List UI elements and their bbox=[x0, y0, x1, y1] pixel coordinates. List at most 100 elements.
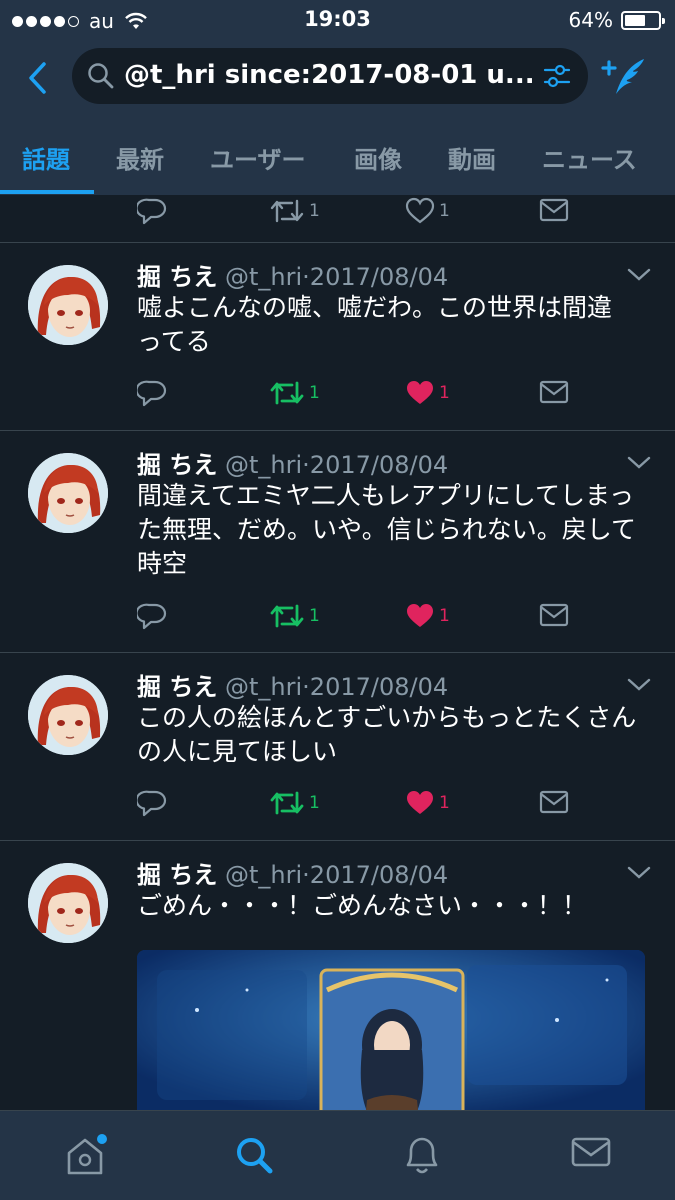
tweet-actions: 1 1 bbox=[137, 789, 577, 829]
tweet-text: この人の絵ほんとすごいからもっとたくさんの人に見てほしい bbox=[137, 703, 637, 766]
search-box[interactable]: @t_hri since:2017-08-01 u... bbox=[72, 48, 588, 104]
tweet[interactable]: 掘 ちえ @t_hri·2017/08/04 間違えてエミヤ二人もレアプリにして… bbox=[0, 445, 675, 655]
chevron-down-icon[interactable] bbox=[626, 455, 652, 471]
reply-icon bbox=[137, 603, 167, 630]
search-icon bbox=[88, 63, 114, 89]
tweet-feed[interactable]: 1 1 掘 ちえ @t_hri·2017/08/04 嘘よこんなの嘘、嘘だわ。こ… bbox=[0, 195, 675, 1110]
tweet-date[interactable]: 2017/08/04 bbox=[310, 263, 448, 291]
retweet-icon bbox=[270, 791, 304, 815]
reply-button[interactable] bbox=[137, 789, 167, 817]
chevron-down-icon[interactable] bbox=[626, 677, 652, 693]
author-name[interactable]: 掘 ちえ bbox=[137, 263, 217, 291]
author-handle[interactable]: @t_hri bbox=[225, 673, 302, 701]
dm-button[interactable] bbox=[539, 602, 569, 628]
game-card-image bbox=[137, 950, 645, 1110]
author-name[interactable]: 掘 ちえ bbox=[137, 451, 217, 479]
reply-icon bbox=[137, 198, 167, 225]
avatar-image bbox=[28, 675, 108, 755]
reply-icon bbox=[137, 380, 167, 407]
dm-icon bbox=[539, 790, 569, 814]
avatar[interactable] bbox=[28, 675, 108, 755]
author-name[interactable]: 掘 ちえ bbox=[137, 861, 217, 889]
bottom-tab-bar bbox=[0, 1110, 675, 1200]
tab-videos[interactable]: 動画 bbox=[448, 140, 496, 175]
dm-button[interactable] bbox=[539, 789, 569, 815]
tweet-header: 掘 ちえ @t_hri·2017/08/04 bbox=[137, 673, 449, 701]
like-button[interactable]: 1 bbox=[405, 789, 450, 817]
tweet-divider bbox=[0, 652, 675, 653]
tab-top[interactable]: 話題 bbox=[22, 140, 70, 175]
avatar-image bbox=[28, 453, 108, 533]
like-icon bbox=[407, 604, 433, 627]
retweet-button[interactable]: 1 bbox=[269, 379, 320, 407]
reply-button[interactable] bbox=[137, 379, 167, 407]
tweet-date[interactable]: 2017/08/04 bbox=[310, 861, 448, 889]
avatar[interactable] bbox=[28, 863, 108, 943]
tweet-header: 掘 ちえ @t_hri·2017/08/04 bbox=[137, 451, 449, 479]
tweet-header: 掘 ちえ @t_hri·2017/08/04 bbox=[137, 861, 449, 889]
retweet-count: 1 bbox=[309, 606, 320, 626]
dm-icon bbox=[539, 603, 569, 627]
avatar[interactable] bbox=[28, 265, 108, 345]
retweet-button[interactable]: 1 bbox=[269, 197, 320, 225]
retweet-icon bbox=[270, 199, 304, 223]
like-count: 1 bbox=[439, 606, 450, 626]
author-name[interactable]: 掘 ちえ bbox=[137, 673, 217, 701]
like-button[interactable]: 1 bbox=[405, 379, 450, 407]
tweet-actions: 1 1 bbox=[137, 379, 577, 419]
tweet-actions: 1 1 bbox=[137, 602, 577, 642]
reply-icon bbox=[137, 790, 167, 817]
search-query[interactable]: @t_hri since:2017-08-01 u... bbox=[124, 60, 534, 90]
retweet-icon bbox=[270, 381, 304, 405]
author-handle[interactable]: @t_hri bbox=[225, 861, 302, 889]
search-tabs: 話題 最新 ユーザー 画像 動画 ニュース bbox=[0, 132, 675, 194]
tweet-date[interactable]: 2017/08/04 bbox=[310, 451, 448, 479]
reply-button[interactable] bbox=[137, 197, 167, 225]
tweet-divider bbox=[0, 840, 675, 841]
tweet-date[interactable]: 2017/08/04 bbox=[310, 673, 448, 701]
tab-news[interactable]: ニュース bbox=[542, 140, 637, 175]
like-icon bbox=[405, 197, 435, 224]
chevron-down-icon[interactable] bbox=[626, 865, 652, 881]
tweet-actions: 1 1 bbox=[137, 197, 577, 237]
avatar-image bbox=[28, 863, 108, 943]
like-count: 1 bbox=[439, 383, 450, 403]
chevron-down-icon[interactable] bbox=[626, 267, 652, 283]
tweet-media-image[interactable] bbox=[137, 950, 645, 1110]
retweet-count: 1 bbox=[309, 793, 320, 813]
status-bar: au 19:03 64% bbox=[0, 0, 675, 40]
like-count: 1 bbox=[439, 793, 450, 813]
tweet[interactable]: 掘 ちえ @t_hri·2017/08/04 ごめん・・・！ごめんなさい・・・！… bbox=[0, 855, 675, 1110]
status-right: 64% bbox=[569, 8, 665, 32]
dm-icon bbox=[539, 380, 569, 404]
notifications-icon[interactable] bbox=[402, 1133, 442, 1177]
retweet-button[interactable]: 1 bbox=[269, 602, 320, 630]
search-tab-icon[interactable] bbox=[232, 1133, 276, 1177]
reply-button[interactable] bbox=[137, 602, 167, 630]
like-button[interactable]: 1 bbox=[405, 197, 450, 225]
tab-images[interactable]: 画像 bbox=[354, 140, 402, 175]
tab-users[interactable]: ユーザー bbox=[210, 140, 306, 175]
messages-icon[interactable] bbox=[570, 1133, 612, 1173]
retweet-count: 1 bbox=[309, 383, 320, 403]
compose-icon[interactable] bbox=[600, 56, 648, 100]
dm-button[interactable] bbox=[539, 379, 569, 405]
filter-icon[interactable] bbox=[542, 62, 572, 90]
like-icon bbox=[407, 381, 433, 404]
dm-button[interactable] bbox=[539, 197, 569, 223]
dm-icon bbox=[539, 198, 569, 222]
author-handle[interactable]: @t_hri bbox=[225, 451, 302, 479]
retweet-icon bbox=[270, 604, 304, 628]
tab-active-indicator bbox=[0, 190, 94, 194]
author-handle[interactable]: @t_hri bbox=[225, 263, 302, 291]
back-icon[interactable] bbox=[20, 58, 56, 98]
tweet-text: 嘘よこんなの嘘、嘘だわ。この世界は間違ってる bbox=[137, 293, 613, 356]
avatar-image bbox=[28, 265, 108, 345]
avatar[interactable] bbox=[28, 453, 108, 533]
home-icon[interactable] bbox=[64, 1133, 110, 1177]
like-button[interactable]: 1 bbox=[405, 602, 450, 630]
tab-latest[interactable]: 最新 bbox=[116, 140, 164, 175]
retweet-button[interactable]: 1 bbox=[269, 789, 320, 817]
tweet[interactable]: 掘 ちえ @t_hri·2017/08/04 嘘よこんなの嘘、嘘だわ。この世界は… bbox=[0, 257, 675, 432]
tweet[interactable]: 掘 ちえ @t_hri·2017/08/04 この人の絵ほんとすごいからもっとた… bbox=[0, 667, 675, 842]
